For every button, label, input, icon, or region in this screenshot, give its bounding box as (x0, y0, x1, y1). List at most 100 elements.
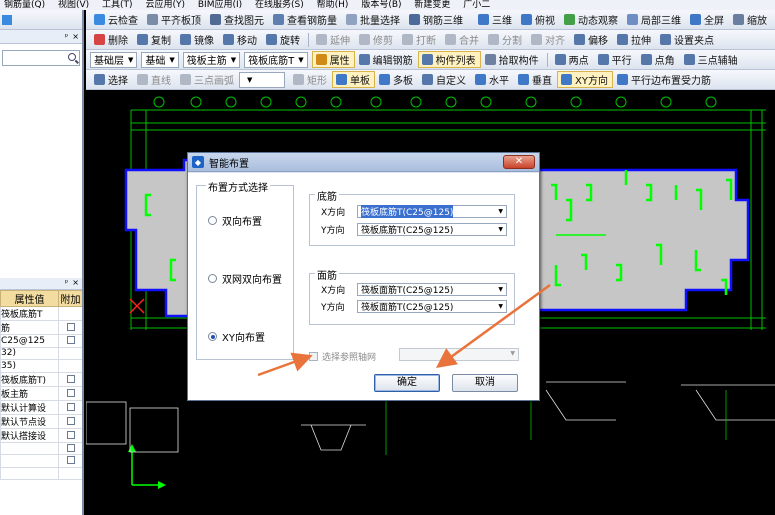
cloud-check-button[interactable]: 云检查 (90, 11, 143, 28)
rebar-3d-button[interactable]: 钢筋三维 (405, 11, 468, 28)
point-angle-button[interactable]: 点角 (637, 51, 680, 68)
component-select[interactable]: 筏板底筋T ▼ (244, 51, 308, 68)
table-row[interactable]: 板主筋 (0, 385, 82, 401)
menu-item[interactable]: 在线服务(S) (255, 0, 304, 10)
horizontal-button[interactable]: 水平 (471, 71, 514, 88)
split-button[interactable]: 分割 (484, 31, 527, 48)
close-button[interactable]: ✕ (503, 155, 535, 169)
stretch-button[interactable]: 拉伸 (613, 31, 656, 48)
set-grip-button[interactable]: 设置夹点 (656, 31, 719, 48)
radio-xy-direction[interactable]: XY向布置 (208, 329, 265, 344)
close-icon[interactable]: × (72, 32, 79, 41)
menu-item[interactable]: 钢筋量(Q) (4, 0, 45, 10)
align-button[interactable]: 对齐 (527, 31, 570, 48)
menu-item[interactable]: 广小二 (463, 0, 490, 10)
table-row[interactable]: C25@125 (0, 334, 82, 348)
table-row[interactable]: 默认计算设 (0, 399, 82, 415)
move-button[interactable]: 移动 (219, 31, 262, 48)
fullscreen-button[interactable]: 全屏 (686, 11, 729, 28)
edit-rebar-button[interactable]: 编辑钢筋 (355, 51, 418, 68)
pin-icon[interactable]: ᵖ (65, 278, 68, 289)
checkbox[interactable] (66, 443, 75, 452)
component-type-select[interactable]: 筏板主筋 ▼ (182, 51, 241, 68)
menu-item[interactable]: 新建变更 (414, 0, 450, 10)
menu-item[interactable]: 云应用(Y) (145, 0, 185, 10)
table-row[interactable]: 默认搭接设 (0, 427, 82, 443)
menu-item[interactable]: 视图(V) (58, 0, 89, 10)
custom-button[interactable]: 自定义 (418, 71, 471, 88)
close-icon[interactable]: × (72, 278, 79, 289)
line-tool-button[interactable]: 直线 (133, 71, 176, 88)
table-row[interactable] (0, 466, 82, 480)
dialog-titlebar[interactable]: ◆ 智能布置 (188, 153, 539, 172)
radio-bidirectional[interactable]: 双向布置 (208, 213, 262, 228)
3d-view-button[interactable]: 三维 (474, 11, 517, 28)
parallel-edge-button[interactable]: 平行边布置受力筋 (613, 71, 716, 88)
arc-tool-button[interactable]: 三点画弧 (176, 71, 239, 88)
table-row[interactable]: 35) (0, 359, 82, 373)
align-slab-top-button[interactable]: 平齐板顶 (143, 11, 206, 28)
break-button[interactable]: 打断 (398, 31, 441, 48)
table-row[interactable] (0, 441, 82, 455)
table-row[interactable]: 默认节点设 (0, 413, 82, 429)
three-point-axis-button[interactable]: 三点辅轴 (680, 51, 743, 68)
checkbox[interactable] (66, 416, 75, 425)
parallel-axis-button[interactable]: 平行 (594, 51, 637, 68)
find-element-button[interactable]: 查找图元 (206, 11, 269, 28)
search-input[interactable] (2, 50, 80, 66)
multi-slab-button[interactable]: 多板 (375, 71, 418, 88)
properties-button[interactable]: 属性 (311, 51, 355, 68)
checkbox[interactable] (66, 323, 75, 331)
two-point-axis-button[interactable]: 两点 (551, 51, 594, 68)
batch-select-button[interactable]: 批量选择 (342, 11, 405, 28)
checkbox[interactable] (66, 456, 75, 465)
table-row[interactable]: 筋 (0, 320, 82, 335)
menu-item[interactable]: 帮助(H) (317, 0, 349, 10)
search-icon[interactable] (68, 53, 76, 61)
menu-item[interactable]: BIM应用(I) (198, 0, 242, 10)
partial-3d-button[interactable]: 局部三维 (623, 11, 686, 28)
delete-button[interactable]: 删除 (90, 31, 133, 48)
reference-grid-checkbox[interactable]: 选择参照轴网 (309, 350, 376, 363)
copy-button[interactable]: 复制 (133, 31, 176, 48)
radio-double-net[interactable]: 双网双向布置 (208, 271, 282, 286)
orbit-button[interactable]: 动态观察 (560, 11, 623, 28)
xy-direction-button[interactable]: XY方向 (557, 71, 613, 88)
pin-icon[interactable]: ᵖ (65, 32, 68, 41)
table-row[interactable]: 筏板底筋T) (0, 371, 82, 387)
top-x-select[interactable]: 筏板面筋T(C25@125) ▼ (357, 283, 507, 296)
view-rebar-button[interactable]: 查看钢筋量 (269, 11, 342, 28)
checkbox[interactable] (66, 388, 75, 397)
zoom-button[interactable]: 缩放 (729, 11, 772, 28)
extend-button[interactable]: 延伸 (312, 31, 355, 48)
table-row[interactable] (0, 454, 82, 468)
table-row[interactable]: 32) (0, 346, 82, 360)
bottom-y-select[interactable]: 筏板底筋T(C25@125) ▼ (357, 223, 507, 236)
pick-component-button[interactable]: 拾取构件 (481, 51, 544, 68)
top-y-select[interactable]: 筏板面筋T(C25@125) ▼ (357, 300, 507, 313)
vertical-button[interactable]: 垂直 (514, 71, 557, 88)
floor-select[interactable]: 基础层 ▼ (90, 51, 138, 68)
offset-button[interactable]: 偏移 (570, 31, 613, 48)
merge-button[interactable]: 合并 (441, 31, 484, 48)
checkbox[interactable] (66, 374, 75, 383)
rectangle-tool-button[interactable]: 矩形 (289, 71, 332, 88)
top-view-button[interactable]: 俯视 (517, 11, 560, 28)
table-row[interactable]: 筏板底筋T (0, 306, 82, 321)
bottom-x-select[interactable]: 筏板底筋T(C25@125) ▼ (357, 205, 507, 218)
arc-option-select[interactable]: ▼ (239, 71, 285, 88)
mirror-button[interactable]: 镜像 (176, 31, 219, 48)
cancel-button[interactable]: 取消 (452, 374, 518, 392)
grid-select[interactable] (399, 348, 519, 361)
ok-button[interactable]: 确定 (374, 374, 440, 392)
rotate-button[interactable]: 旋转 (262, 31, 305, 48)
checkbox[interactable] (66, 336, 75, 345)
trim-button[interactable]: 修剪 (355, 31, 398, 48)
select-tool-button[interactable]: 选择 (90, 71, 133, 88)
checkbox[interactable] (66, 402, 75, 411)
category-select[interactable]: 基础 ▼ (141, 51, 179, 68)
menu-item[interactable]: 版本号(B) (361, 0, 401, 10)
checkbox[interactable] (66, 430, 75, 439)
single-slab-button[interactable]: 单板 (332, 71, 375, 88)
menu-item[interactable]: 工具(T) (102, 0, 133, 10)
